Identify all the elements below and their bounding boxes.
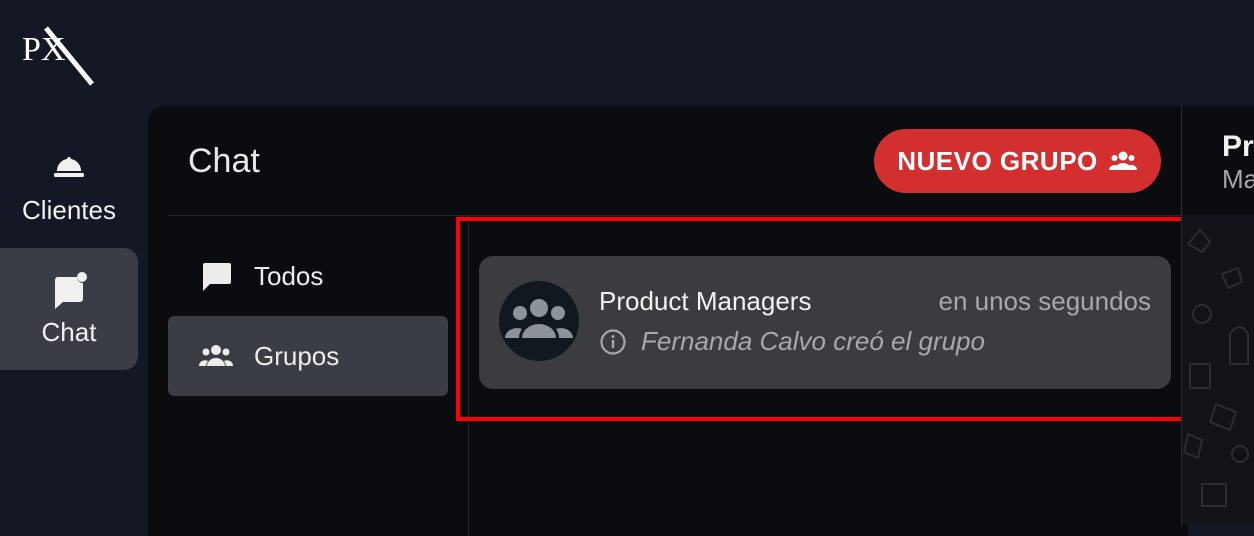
app-logo: PX (22, 22, 94, 86)
filter-grupos[interactable]: Grupos (168, 316, 448, 396)
new-group-label: NUEVO GRUPO (897, 145, 1098, 176)
conversation-subtitle: Ma (1222, 164, 1254, 194)
conversation-header: Pr Ma (1182, 106, 1254, 214)
chat-icon (49, 271, 89, 311)
filter-label: Grupos (254, 340, 340, 371)
header-divider (168, 215, 1188, 216)
nav-label: Clientes (22, 194, 116, 225)
selection-highlight (456, 217, 1199, 421)
nav-item-clientes[interactable]: Clientes (0, 132, 138, 242)
group-icon (1108, 146, 1138, 176)
filter-todos[interactable]: Todos (168, 236, 448, 316)
svg-text:PX: PX (22, 31, 65, 68)
nav-item-chat[interactable]: Chat (0, 248, 138, 370)
new-group-button[interactable]: NUEVO GRUPO (874, 129, 1161, 193)
message-icon (198, 258, 234, 294)
filter-label: Todos (254, 260, 324, 291)
bell-icon (49, 149, 89, 189)
panel-title: Chat (188, 142, 260, 180)
group-icon (198, 338, 234, 374)
nav-label: Chat (41, 316, 97, 347)
conversation-title: Pr (1222, 130, 1254, 163)
chat-background (1182, 214, 1254, 524)
